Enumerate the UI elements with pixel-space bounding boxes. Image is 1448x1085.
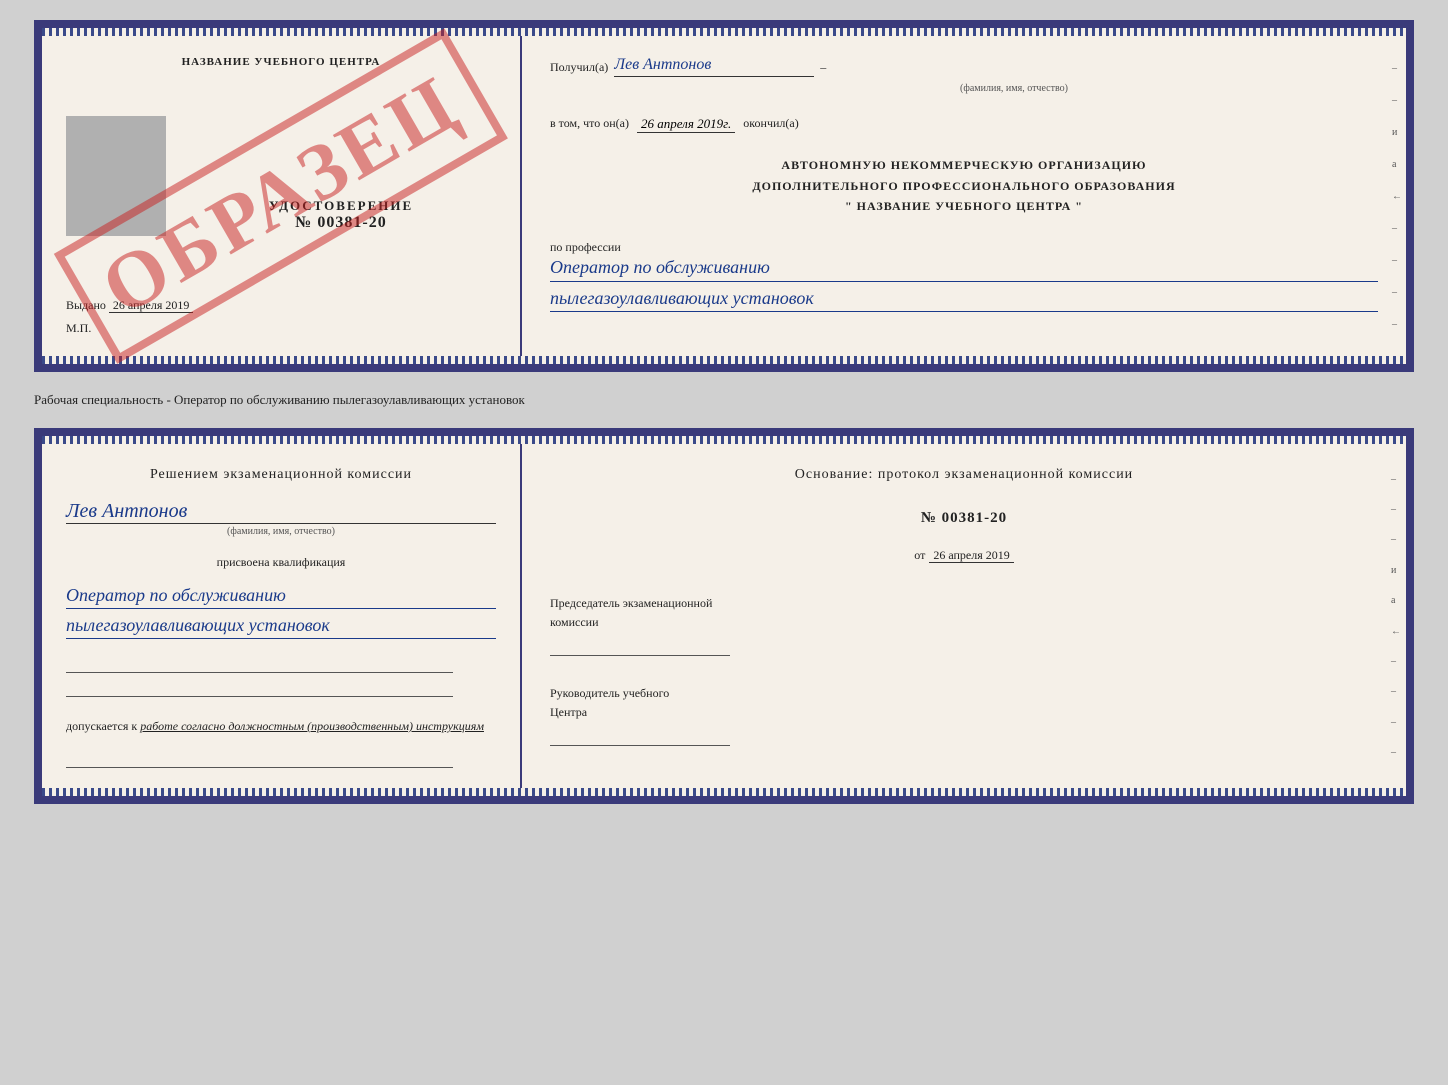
card-texture-bottom-2 (42, 788, 1406, 796)
card-texture-top-1 (42, 28, 1406, 36)
profession-line1: Оператор по обслуживанию (550, 255, 1378, 281)
chairman-sig-line (550, 640, 730, 656)
qualification-line1: Оператор по обслуживанию (66, 583, 496, 609)
date-block: от 26 апреля 2019 (550, 546, 1378, 565)
doc1-right-panel: Получил(а) Лев Антпонов – (фамилия, имя,… (522, 36, 1406, 356)
decision-label: Решением экзаменационной комиссии (66, 464, 496, 486)
card-texture-top-2 (42, 436, 1406, 444)
head-block: Руководитель учебного Центра (550, 684, 1378, 746)
doc1-left-panel: НАЗВАНИЕ УЧЕБНОГО ЦЕНТРА ОБРАЗЕЦ УДОСТОВ… (42, 36, 522, 356)
qualification-line2: пылегазоулавливающих установок (66, 613, 496, 639)
fio-label-1: (фамилия, имя, отчество) (650, 83, 1378, 94)
recipient-row: Получил(а) Лев Антпонов – (550, 56, 1378, 77)
person-block: Лев Антпонов (фамилия, имя, отчество) (66, 500, 496, 537)
date-value: 26 апреля 2019г. (637, 116, 735, 133)
document-2: Решением экзаменационной комиссии Лев Ан… (34, 428, 1414, 804)
document-1: НАЗВАНИЕ УЧЕБНОГО ЦЕНТРА ОБРАЗЕЦ УДОСТОВ… (34, 20, 1414, 372)
allowed-row: допускается к работе согласно должностны… (66, 719, 496, 734)
dash-sep: – (820, 58, 826, 77)
side-marks-2: – – – и а ← – – – – (1388, 444, 1404, 788)
profession-line2: пылегазоулавливающих установок (550, 286, 1378, 312)
head-sig-line (550, 730, 730, 746)
head-line2: Центра (550, 703, 1378, 722)
doc2-left-panel: Решением экзаменационной комиссии Лев Ан… (42, 444, 522, 788)
basis-label: Основание: протокол экзаменационной коми… (550, 464, 1378, 486)
photo-placeholder (66, 116, 166, 236)
side-dashes-1: – – и а ← – – – – (1388, 36, 1406, 356)
cert-number: № 00381-20 (186, 214, 496, 232)
person-name: Лев Антпонов (66, 500, 496, 524)
number-block: № 00381-20 (550, 506, 1378, 530)
cert-label: УДОСТОВЕРЕНИЕ (186, 198, 496, 214)
allowed-text: работе согласно должностным (производств… (140, 719, 484, 733)
finished-label: окончил(а) (743, 114, 798, 133)
issued-date: 26 апреля 2019 (109, 298, 193, 313)
date-prefix: от (914, 548, 925, 562)
card-texture-bottom-1 (42, 356, 1406, 364)
org-block: АВТОНОМНУЮ НЕКОММЕРЧЕСКУЮ ОРГАНИЗАЦИЮ ДО… (550, 155, 1378, 216)
blank-3 (66, 752, 453, 768)
org-line1: АВТОНОМНУЮ НЕКОММЕРЧЕСКУЮ ОРГАНИЗАЦИЮ (550, 155, 1378, 175)
protocol-number: № 00381-20 (921, 510, 1007, 526)
chairman-block: Председатель экзаменационной комиссии (550, 594, 1378, 656)
doc2-right-panel: Основание: протокол экзаменационной коми… (522, 444, 1406, 788)
issued-label: Выдано (66, 298, 106, 312)
qualification-block: Оператор по обслуживанию пылегазоулавлив… (66, 583, 496, 639)
blank-lines (66, 657, 496, 705)
doc1-title: НАЗВАНИЕ УЧЕБНОГО ЦЕНТРА (66, 56, 496, 68)
head-line1: Руководитель учебного (550, 684, 1378, 703)
org-line2: ДОПОЛНИТЕЛЬНОГО ПРОФЕССИОНАЛЬНОГО ОБРАЗО… (550, 176, 1378, 196)
profession-label: по профессии (550, 240, 1378, 255)
allowed-label: допускается к (66, 719, 137, 733)
received-label: Получил(а) (550, 58, 608, 77)
protocol-date: 26 апреля 2019 (929, 548, 1013, 563)
org-line3: " НАЗВАНИЕ УЧЕБНОГО ЦЕНТРА " (550, 196, 1378, 216)
blank-1 (66, 657, 453, 673)
mp-line: М.П. (66, 321, 496, 336)
fio-label-2: (фамилия, имя, отчество) (66, 526, 496, 537)
chairman-line2: комиссии (550, 613, 1378, 632)
date-row: в том, что он(а) 26 апреля 2019г. окончи… (550, 114, 1378, 133)
profession-block: по профессии Оператор по обслуживанию пы… (550, 240, 1378, 311)
separator-text: Рабочая специальность - Оператор по обсл… (34, 388, 1414, 412)
blank-2 (66, 681, 453, 697)
that-label: в том, что он(а) (550, 114, 629, 133)
chairman-line1: Председатель экзаменационной (550, 594, 1378, 613)
qualification-label: присвоена квалификация (66, 553, 496, 572)
recipient-name: Лев Антпонов (614, 56, 814, 77)
issued-line: Выдано 26 апреля 2019 (66, 288, 496, 313)
